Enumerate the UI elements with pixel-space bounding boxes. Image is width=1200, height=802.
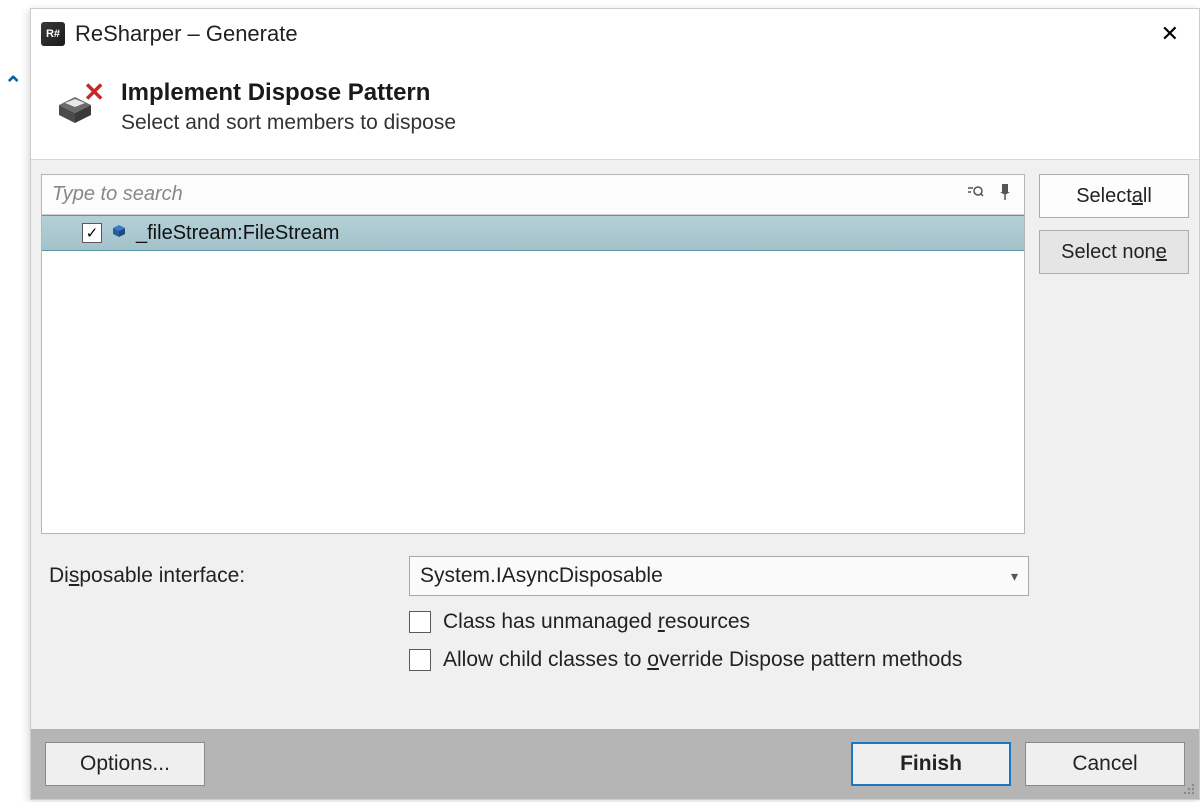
member-item[interactable]: ✓ _fileStream:FileStream — [42, 215, 1024, 251]
search-row — [42, 175, 1024, 215]
select-all-accelerator: a — [1132, 185, 1143, 208]
editor-fold-chevron-icon: ⌃ — [4, 72, 22, 98]
select-none-prefix: Select non — [1061, 241, 1156, 264]
select-none-button[interactable]: Select none — [1039, 230, 1189, 274]
member-label: _fileStream:FileStream — [136, 222, 339, 245]
form-rows: Disposable interface: System.IAsyncDispo… — [41, 556, 1189, 700]
select-all-suffix: ll — [1143, 185, 1152, 208]
close-icon[interactable]: ✕ — [1153, 17, 1187, 51]
editor-background: ⌃ — [0, 0, 30, 800]
resize-grip-icon[interactable] — [1179, 779, 1197, 797]
unmanaged-resources-row[interactable]: Class has unmanaged resources — [409, 610, 1187, 634]
search-options-icon[interactable] — [962, 181, 988, 208]
unmanaged-checkbox[interactable] — [409, 611, 431, 633]
title-bar: R# ReSharper – Generate ✕ — [31, 9, 1199, 59]
selection-buttons: Select all Select none — [1039, 174, 1189, 534]
combo-value: System.IAsyncDisposable — [420, 564, 663, 588]
cancel-button[interactable]: Cancel — [1025, 742, 1185, 786]
footer-bar: Options... Finish Cancel — [31, 729, 1199, 799]
header-titles: Implement Dispose Pattern Select and sor… — [121, 79, 456, 135]
delete-x-icon: ✕ — [83, 77, 105, 108]
finish-button[interactable]: Finish — [851, 742, 1011, 786]
members-panel: ✓ _fileStream:FileStream — [41, 174, 1025, 534]
select-none-accelerator: e — [1156, 241, 1167, 264]
override-row[interactable]: Allow child classes to override Dispose … — [409, 648, 1187, 672]
window-title: ReSharper – Generate — [75, 21, 298, 47]
header-subtitle: Select and sort members to dispose — [121, 111, 456, 135]
dispose-pattern-icon: ✕ — [53, 79, 103, 129]
select-all-prefix: Select — [1076, 185, 1132, 208]
field-icon — [110, 222, 128, 245]
resharper-logo-icon: R# — [41, 22, 65, 46]
header: ✕ Implement Dispose Pattern Select and s… — [31, 59, 1199, 159]
chevron-down-icon: ▾ — [1011, 568, 1018, 585]
dialog-body: ✓ _fileStream:FileStream Select all — [31, 159, 1199, 729]
override-label: Allow child classes to override Dispose … — [443, 648, 962, 672]
select-all-button[interactable]: Select all — [1039, 174, 1189, 218]
generate-dialog: R# ReSharper – Generate ✕ ✕ Implement Di… — [30, 8, 1200, 800]
disposable-interface-label: Disposable interface: — [49, 564, 389, 588]
member-checkbox[interactable]: ✓ — [82, 223, 102, 243]
search-input[interactable] — [52, 183, 956, 206]
disposable-interface-combo[interactable]: System.IAsyncDisposable ▾ — [409, 556, 1029, 596]
options-button[interactable]: Options... — [45, 742, 205, 786]
pin-icon[interactable] — [994, 181, 1016, 208]
override-checkbox[interactable] — [409, 649, 431, 671]
unmanaged-label: Class has unmanaged resources — [443, 610, 750, 634]
header-title: Implement Dispose Pattern — [121, 79, 456, 107]
